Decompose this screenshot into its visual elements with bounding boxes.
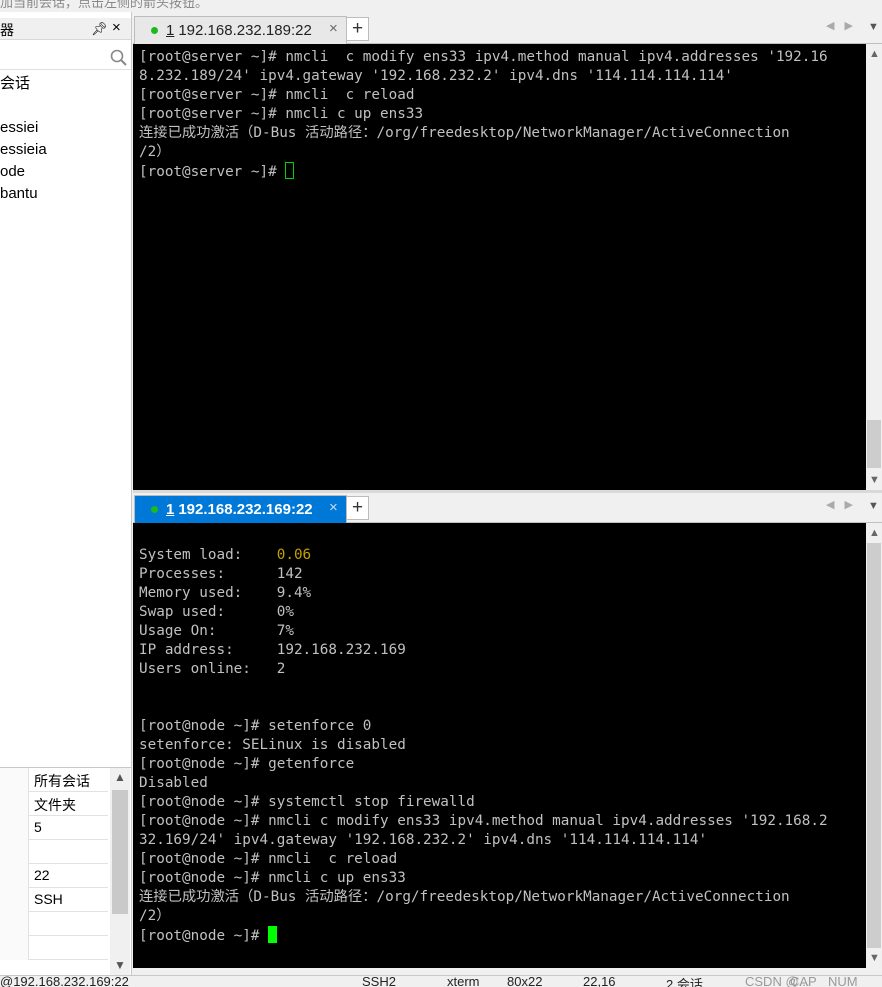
status-num-lock: NUM [828, 975, 858, 987]
terminal-prompt: [root@node ~]# [139, 928, 269, 944]
terminal-line: [root@node ~]# nmcli c reload [139, 851, 398, 867]
terminal-line: setenforce: SELinux is disabled [139, 737, 406, 753]
tree-item-all-sessions[interactable]: 会话 [0, 74, 30, 94]
tab-nav-arrows-icon[interactable]: ◀▶ [826, 19, 863, 32]
terminal-line: [root@node ~]# systemctl stop firewalld [139, 794, 475, 810]
pin-icon[interactable]: 📌︎ [91, 21, 108, 37]
stat-line: Memory used: 9.4% [139, 585, 312, 601]
terminal-line: [root@server ~]# nmcli c reload [139, 87, 415, 103]
add-tab-button[interactable]: + [346, 17, 369, 41]
hint-bar: 加当前会话，点击左侧的箭头按钮。 [0, 0, 882, 12]
terminal-prompt-line: [root@node ~]# [139, 926, 866, 945]
property-row [0, 912, 108, 936]
chevron-down-icon[interactable]: ▼ [868, 500, 879, 512]
terminal-line: 连接已成功激活（D-Bus 活动路径：/org/freedesktop/Netw… [139, 125, 790, 141]
stat-line: Processes: 142 [139, 566, 303, 582]
terminal-prompt: [root@server ~]# [139, 164, 286, 180]
terminal-line: [root@server ~]# nmcli c up ens33 [139, 106, 424, 122]
bottom-pane-tabbar: 1 192.168.232.169:22 × + ◀▶ ▼ [133, 493, 882, 523]
status-bar: @192.168.232.169:22 SSH2 xterm 80x22 22,… [0, 975, 882, 987]
stat-line: Swap used: 0% [139, 604, 294, 620]
top-terminal-scrollbar[interactable]: ▲ ▼ [866, 44, 882, 490]
status-host: @192.168.232.169:22 [0, 975, 129, 987]
scroll-thumb[interactable] [867, 543, 881, 948]
status-caps-lock: CAP [790, 975, 817, 987]
bottom-terminal-scrollbar[interactable]: ▲ ▼ [866, 523, 882, 968]
tab-label: 1 192.168.232.189:22 [166, 22, 312, 39]
tree-item[interactable]: essieia [0, 140, 47, 160]
status-terminal-type: xterm [447, 975, 480, 987]
terminal-node[interactable]: System load: 0.06 Processes: 142 Memory … [133, 523, 866, 968]
connected-status-icon [151, 506, 158, 513]
stat-line: Usage On: 7% [139, 623, 294, 639]
property-row: SSH [0, 888, 108, 912]
terminal-cursor [285, 162, 295, 179]
terminal-line: /2） [139, 144, 171, 160]
property-value: SSH [34, 891, 63, 907]
terminal-line: 32.169/24' ipv4.gateway '192.168.232.2' … [139, 832, 708, 848]
tab-label: 1 192.168.232.169:22 [166, 501, 313, 518]
terminal-line: [root@node ~]# nmcli c up ens33 [139, 870, 406, 886]
property-value: 5 [34, 819, 42, 835]
tab-session-node[interactable]: 1 192.168.232.169:22 × [134, 495, 347, 523]
scroll-down-icon[interactable]: ▼ [869, 474, 880, 486]
scroll-down-icon[interactable]: ▼ [114, 958, 126, 972]
session-search-input[interactable] [0, 46, 131, 70]
status-cursor-position: 22,16 [583, 975, 616, 987]
connected-status-icon [151, 27, 158, 34]
scroll-down-icon[interactable]: ▼ [869, 952, 880, 964]
property-row: 文件夹 [0, 792, 108, 816]
stat-line: IP address: 192.168.232.169 [139, 642, 406, 658]
session-manager-panel: 器 📌︎ × 会话 essiei essieia ode bantu 所有会话 … [0, 12, 132, 975]
tree-item[interactable]: ode [0, 162, 25, 182]
tab-session-server[interactable]: 1 192.168.232.189:22 × [134, 16, 347, 44]
tree-item[interactable]: essiei [0, 118, 38, 138]
property-value: 22 [34, 867, 50, 883]
status-protocol: SSH2 [362, 975, 396, 987]
terminal-line: /2） [139, 908, 171, 924]
status-session-count[interactable]: 2 会话 [666, 976, 703, 987]
stat-line: Users online: 2 [139, 661, 286, 677]
terminal-server[interactable]: [root@server ~]# nmcli c modify ens33 ip… [133, 44, 866, 490]
property-row [0, 840, 108, 864]
terminal-cursor [268, 926, 278, 943]
close-icon[interactable]: × [112, 19, 121, 36]
terminal-prompt-line: [root@server ~]# [139, 162, 866, 181]
properties-scrollbar[interactable]: ▲ ▼ [110, 768, 130, 975]
scroll-up-icon[interactable]: ▲ [869, 527, 880, 539]
scroll-up-icon[interactable]: ▲ [869, 48, 880, 60]
tab-nav-arrows-icon[interactable]: ◀▶ [826, 498, 863, 511]
hint-text: 加当前会话，点击左侧的箭头按钮。 [0, 0, 209, 10]
scroll-up-icon[interactable]: ▲ [114, 770, 126, 784]
terminal-line: 连接已成功激活（D-Bus 活动路径：/org/freedesktop/Netw… [139, 889, 790, 905]
close-tab-icon[interactable]: × [329, 20, 338, 37]
terminal-line: [root@node ~]# nmcli c modify ens33 ipv4… [139, 813, 828, 829]
stat-line: System load: 0.06 [139, 547, 312, 563]
session-manager-titlebar: 器 📌︎ × [0, 18, 131, 40]
terminal-line: Disabled [139, 775, 208, 791]
property-row: 所有会话 [0, 768, 108, 792]
property-row [0, 936, 108, 960]
tree-item[interactable]: bantu [0, 184, 38, 204]
scroll-thumb[interactable] [112, 790, 128, 914]
close-tab-icon[interactable]: × [329, 499, 338, 516]
chevron-down-icon[interactable]: ▼ [868, 21, 879, 33]
property-value: 文件夹 [34, 797, 76, 813]
terminal-line: 8.232.189/24' ipv4.gateway '192.168.232.… [139, 68, 733, 84]
property-value: 所有会话 [34, 773, 90, 789]
search-icon[interactable] [108, 48, 128, 68]
add-tab-button[interactable]: + [346, 496, 369, 520]
property-row: 5 [0, 816, 108, 840]
property-row: 22 [0, 864, 108, 888]
session-manager-title: 器 [0, 22, 14, 38]
status-terminal-size: 80x22 [507, 975, 543, 987]
session-properties-grid: 所有会话 文件夹 5 22 SSH ▲ ▼ [0, 767, 131, 975]
terminal-line: [root@node ~]# setenforce 0 [139, 718, 372, 734]
terminal-line: [root@server ~]# nmcli c modify ens33 ip… [139, 49, 828, 65]
terminal-line: [root@node ~]# getenforce [139, 756, 355, 772]
scroll-thumb[interactable] [867, 420, 881, 468]
top-pane-tabbar: 1 192.168.232.189:22 × + ◀▶ ▼ [133, 14, 882, 44]
